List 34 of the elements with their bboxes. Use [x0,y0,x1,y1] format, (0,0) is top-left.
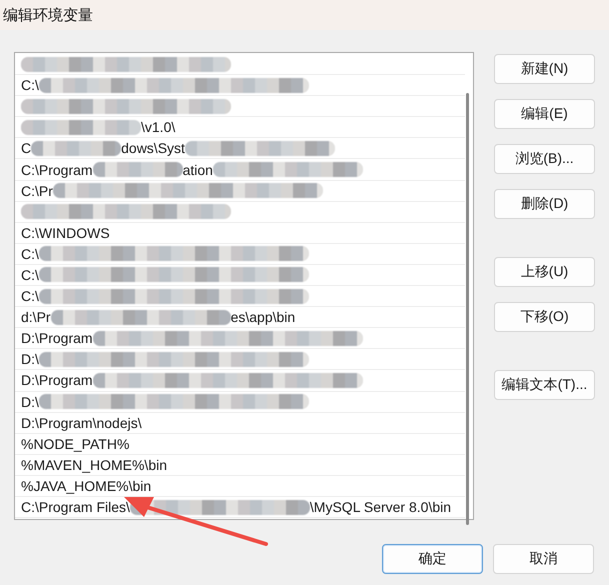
path-text: C:\ [21,77,39,94]
path-text: \v1.0\ [141,119,176,136]
path-text: D:\ [21,351,39,368]
path-text: C:\Program [21,162,93,178]
path-text: dows\Syst [121,140,185,156]
window-title: 编辑环境变量 [0,0,609,30]
path-text: C:\ [21,246,39,262]
path-text: C:\ [21,266,39,283]
cancel-button[interactable]: 取消 [493,544,594,574]
path-text: C [21,140,32,156]
path-text: D:\ [21,394,39,410]
path-text: C:\WINDOWS [21,224,110,241]
path-text: D:\Program [21,372,93,388]
scrollbar-thumb[interactable] [466,93,469,525]
path-text: C:\Program Files\ [21,499,130,516]
path-text: C:\ [21,288,39,304]
side-button[interactable]: 上移(U) [494,257,595,287]
path-text: d:\Pr [21,309,51,326]
path-text: C:\Pr [21,182,53,199]
path-text: es\app\bin [230,309,296,326]
side-button[interactable]: 新建(N) [494,54,595,84]
path-text: %MAVEN_HOME%\bin [21,456,168,473]
side-button[interactable]: 编辑(E) [494,99,595,129]
side-button[interactable]: 下移(O) [494,302,595,332]
path-text: D:\Program\nodejs\ [21,414,142,431]
side-button[interactable]: 浏览(B)... [494,144,595,174]
path-text: %JAVA_HOME%\bin [21,478,152,494]
ok-button[interactable]: 确定 [382,544,483,574]
side-button[interactable]: 编辑文本(T)... [494,370,595,400]
path-text: \MySQL Server 8.0\bin [310,499,452,516]
path-text: D:\Program [21,330,93,346]
path-text: %NODE_PATH% [21,436,130,452]
side-button[interactable]: 删除(D) [494,189,595,219]
path-text: ation [182,162,213,178]
